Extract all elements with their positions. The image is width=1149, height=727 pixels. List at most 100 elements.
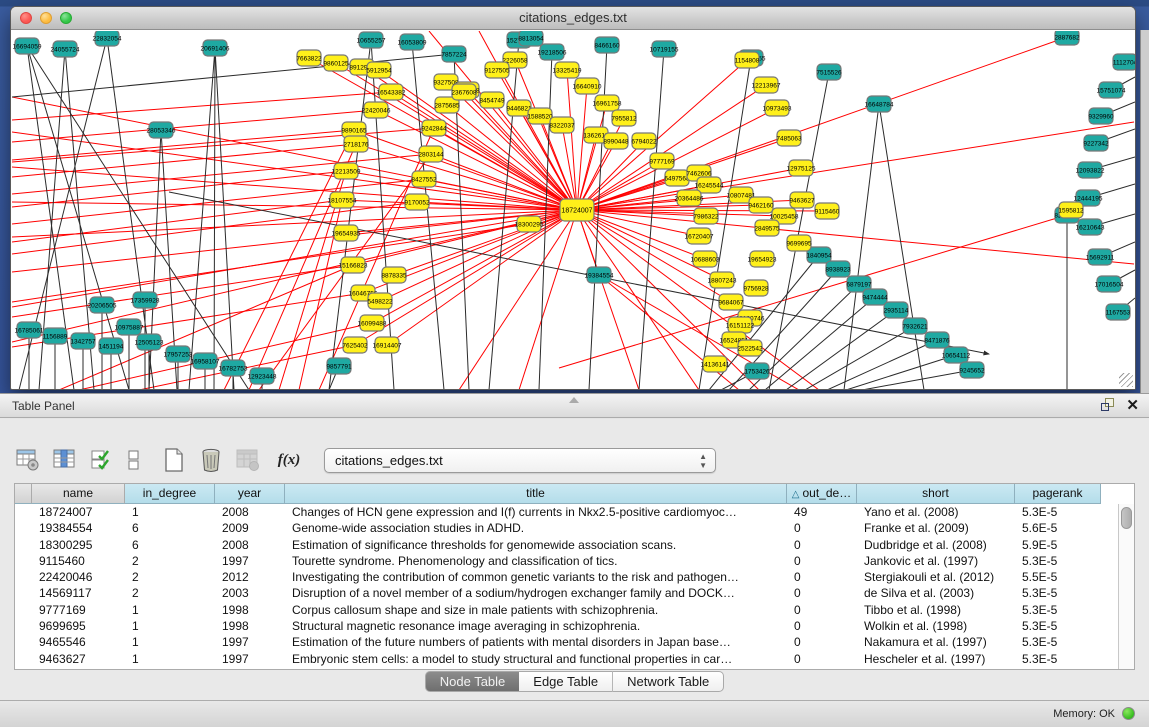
- graph-node[interactable]: 9245652: [959, 362, 985, 378]
- table-cell[interactable]: 2: [125, 569, 215, 585]
- minimize-window-button[interactable]: [40, 12, 52, 24]
- table-cell[interactable]: 5.3E-5: [1015, 553, 1101, 569]
- table-cell[interactable]: 9465546: [32, 634, 125, 650]
- table-cell[interactable]: Estimation of significance thresholds fo…: [285, 537, 787, 553]
- column-header-gutter[interactable]: [15, 484, 32, 504]
- graph-node[interactable]: 17359928: [131, 292, 160, 308]
- select-all-columns-icon[interactable]: [88, 446, 116, 474]
- graph-node[interactable]: 16720407: [685, 228, 714, 244]
- table-cell[interactable]: Changes of HCN gene expression and I(f) …: [285, 504, 787, 520]
- graph-node[interactable]: 2849575: [754, 220, 780, 236]
- graph-node[interactable]: 10719155: [650, 41, 679, 57]
- table-cell[interactable]: 5.3E-5: [1015, 651, 1101, 667]
- graph-node[interactable]: 20364486: [675, 190, 704, 206]
- table-cell[interactable]: 0: [787, 602, 857, 618]
- graph-node[interactable]: 7485063: [776, 130, 802, 146]
- graph-node[interactable]: 22420046: [362, 102, 391, 118]
- graph-node[interactable]: 7857224: [441, 46, 467, 62]
- table-cell[interactable]: 0: [787, 553, 857, 569]
- graph-node[interactable]: 9756928: [743, 280, 769, 296]
- graph-node[interactable]: 18107554: [328, 192, 357, 208]
- table-cell[interactable]: Yano et al. (2008): [857, 504, 1015, 520]
- graph-edge-red[interactable]: [577, 210, 639, 389]
- table-cell[interactable]: 2008: [215, 537, 285, 553]
- graph-edge-red[interactable]: [12, 210, 577, 307]
- graph-node[interactable]: 6794022: [631, 133, 657, 149]
- table-cell[interactable]: Hescheler et al. (1997): [857, 651, 1015, 667]
- graph-node[interactable]: 19654935: [332, 225, 361, 241]
- graph-node[interactable]: 8466160: [594, 37, 620, 53]
- graph-node[interactable]: 8471876: [924, 332, 950, 348]
- graph-node[interactable]: 16099488: [358, 315, 387, 331]
- graph-node[interactable]: 9860125: [323, 55, 349, 71]
- table-cell[interactable]: 1998: [215, 602, 285, 618]
- graph-node[interactable]: 1156889: [43, 328, 68, 344]
- graph-node[interactable]: 16914407: [373, 337, 402, 353]
- table-cell[interactable]: Tibbo et al. (1998): [857, 602, 1015, 618]
- graph-node[interactable]: 15166823: [339, 257, 368, 273]
- graph-edge-black[interactable]: [846, 355, 956, 389]
- table-scrollbar[interactable]: [1118, 504, 1134, 669]
- graph-node[interactable]: 10654112: [942, 347, 971, 363]
- table-row[interactable]: 1938455462009Genome-wide association stu…: [15, 520, 1118, 536]
- window-resize-grip[interactable]: [1119, 373, 1133, 387]
- table-row[interactable]: 911546021997Tourette syndrome. Phenomeno…: [15, 553, 1118, 569]
- column-header-short[interactable]: short: [857, 484, 1015, 504]
- select-column-icon[interactable]: [51, 446, 79, 474]
- table-cell[interactable]: 9699695: [32, 618, 125, 634]
- table-cell[interactable]: [15, 602, 32, 618]
- graph-node[interactable]: 7932621: [902, 318, 928, 334]
- graph-node[interactable]: 24055724: [51, 41, 80, 57]
- graph-node[interactable]: 8427552: [411, 171, 437, 187]
- graph-node[interactable]: 7625402: [342, 337, 368, 353]
- graph-node[interactable]: 9127505: [484, 62, 510, 78]
- table-cell[interactable]: 49: [787, 504, 857, 520]
- graph-edge-black[interactable]: [215, 48, 234, 389]
- table-cell[interactable]: 5.6E-5: [1015, 520, 1101, 536]
- scrollbar-thumb[interactable]: [1121, 507, 1132, 529]
- graph-node[interactable]: 12923448: [248, 368, 277, 384]
- graph-node[interactable]: 16648784: [865, 96, 894, 112]
- graph-node[interactable]: 2935114: [884, 302, 909, 318]
- table-cell[interactable]: [15, 569, 32, 585]
- table-cell[interactable]: 5.3E-5: [1015, 634, 1101, 650]
- table-cell[interactable]: 9777169: [32, 602, 125, 618]
- table-cell[interactable]: 1: [125, 602, 215, 618]
- graph-node[interactable]: 28053346: [147, 122, 176, 138]
- graph-node[interactable]: 12213967: [752, 77, 781, 93]
- graph-node[interactable]: 1451194: [99, 338, 124, 354]
- table-cell[interactable]: 5.9E-5: [1015, 537, 1101, 553]
- table-row[interactable]: 969969511998Structural magnetic resonanc…: [15, 618, 1118, 634]
- graph-node[interactable]: 22832054: [93, 31, 122, 46]
- table-cell[interactable]: 0: [787, 651, 857, 667]
- graph-node[interactable]: 16543382: [377, 84, 406, 100]
- table-cell[interactable]: 5.3E-5: [1015, 618, 1101, 634]
- table-cell[interactable]: [15, 585, 32, 601]
- table-cell[interactable]: 22420046: [32, 569, 125, 585]
- graph-node[interactable]: 20691406: [201, 40, 230, 56]
- graph-node[interactable]: 9463627: [789, 192, 815, 208]
- graph-node[interactable]: 9242844: [421, 120, 447, 136]
- table-cell[interactable]: de Silva et al. (2003): [857, 585, 1015, 601]
- table-cell[interactable]: Dudbridge et al. (2008): [857, 537, 1015, 553]
- graph-node[interactable]: 19218506: [538, 44, 567, 60]
- graph-edge-red[interactable]: [577, 210, 1134, 264]
- column-header-in_degree[interactable]: in_degree: [125, 484, 215, 504]
- graph-node[interactable]: 12213509: [332, 163, 361, 179]
- graph-edge-red[interactable]: [577, 210, 699, 389]
- table-cell[interactable]: 2003: [215, 585, 285, 601]
- table-row[interactable]: 1830029562008Estimation of significance …: [15, 537, 1118, 553]
- table-cell[interactable]: 0: [787, 537, 857, 553]
- graph-node[interactable]: 9684067: [718, 294, 744, 310]
- graph-node[interactable]: 1154808: [735, 52, 760, 68]
- graph-node[interactable]: 2367608: [451, 84, 477, 100]
- graph-node[interactable]: 14136141: [701, 356, 730, 372]
- table-row[interactable]: 1456911722003Disruption of a novel membe…: [15, 585, 1118, 601]
- graph-node[interactable]: 1753426: [744, 363, 770, 379]
- graph-node[interactable]: 9777169: [649, 153, 675, 169]
- table-cell[interactable]: Franke et al. (2009): [857, 520, 1015, 536]
- row-height-icon[interactable]: [125, 446, 143, 474]
- tab-edge-table[interactable]: Edge Table: [519, 671, 612, 692]
- graph-node[interactable]: 16785061: [15, 322, 44, 338]
- graph-node[interactable]: 9170052: [404, 194, 430, 210]
